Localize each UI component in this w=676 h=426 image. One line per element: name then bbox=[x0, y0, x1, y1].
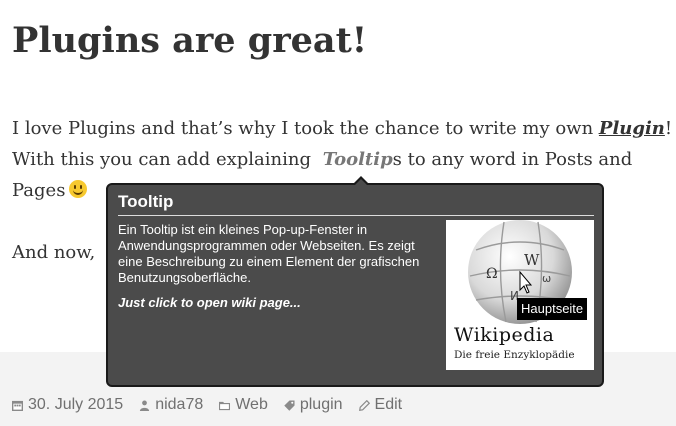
meta-category-text[interactable]: Web bbox=[235, 396, 268, 414]
pencil-icon bbox=[358, 399, 370, 411]
calendar-icon bbox=[12, 400, 23, 411]
svg-text:W: W bbox=[524, 251, 540, 269]
tooltip-title: Tooltip bbox=[118, 191, 594, 216]
wikipedia-logo-image[interactable]: Ω W ω И Hauptseite Wikipedia Die freie E… bbox=[446, 220, 594, 370]
hover-label: Hauptseite bbox=[517, 298, 588, 320]
meta-edit[interactable]: Edit bbox=[358, 396, 403, 414]
svg-text:ω: ω bbox=[542, 272, 551, 285]
user-icon bbox=[140, 400, 150, 411]
tag-icon bbox=[284, 399, 295, 411]
folder-icon bbox=[219, 401, 231, 410]
meta-tag-text[interactable]: plugin bbox=[300, 396, 343, 414]
paragraph-text: I love Plugins and that’s why I took the… bbox=[12, 118, 599, 139]
plugin-link[interactable]: Plugin bbox=[599, 118, 665, 139]
svg-text:Ω: Ω bbox=[486, 266, 498, 282]
tooltip-trigger-word[interactable]: Tooltip bbox=[323, 149, 393, 170]
tooltip-popup[interactable]: Tooltip Ein Tooltip ist ein kleines Pop-… bbox=[106, 176, 604, 387]
post-paragraph-2: And now, bbox=[12, 242, 96, 263]
smiley-emoji-icon bbox=[69, 180, 88, 198]
meta-date[interactable]: 30. July 2015 bbox=[12, 396, 123, 414]
post-meta: 30. July 2015 nida78 Web plugin Edit bbox=[12, 393, 402, 417]
tooltip-description: Ein Tooltip ist ein kleines Pop-up-Fenst… bbox=[118, 222, 420, 285]
post-title: Plugins are great! bbox=[12, 20, 368, 61]
wikipedia-tagline: Die freie Enzyklopädie bbox=[454, 349, 575, 361]
wikipedia-wordmark: Wikipedia bbox=[454, 324, 555, 346]
meta-author[interactable]: nida78 bbox=[139, 396, 203, 414]
open-wiki-link[interactable]: Just click to open wiki page... bbox=[118, 295, 434, 310]
meta-date-text[interactable]: 30. July 2015 bbox=[28, 396, 123, 414]
meta-author-text[interactable]: nida78 bbox=[155, 396, 203, 414]
meta-edit-link[interactable]: Edit bbox=[375, 396, 403, 414]
meta-tag[interactable]: plugin bbox=[284, 396, 343, 414]
meta-category[interactable]: Web bbox=[219, 396, 268, 414]
